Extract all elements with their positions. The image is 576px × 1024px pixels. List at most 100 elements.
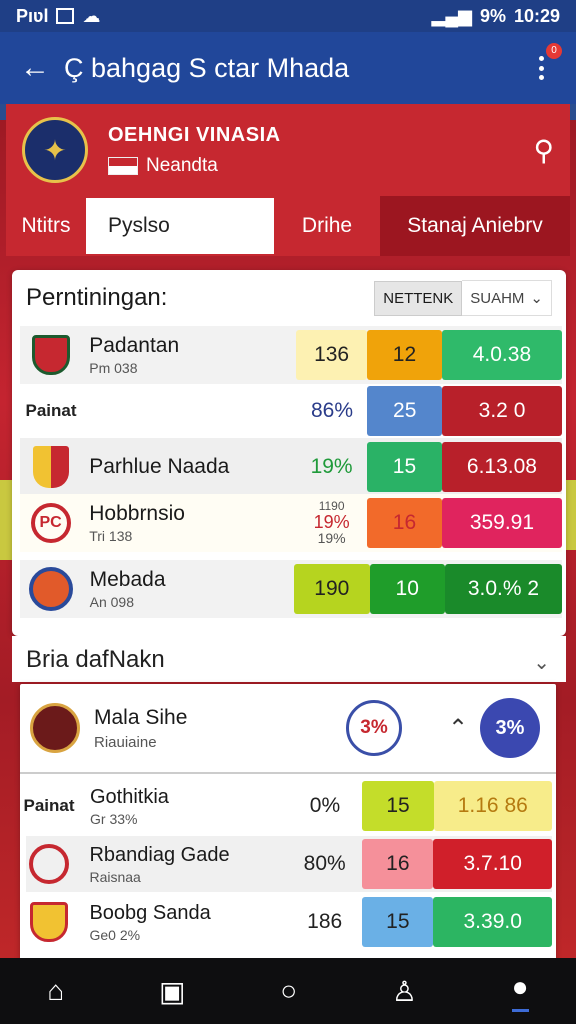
chevron-down-icon: ⌄ [530,290,543,307]
club-shield-icon [31,335,70,375]
page-title: Ç bahgag S ctar Mhada [64,52,350,83]
stat-small: 19% [317,530,346,547]
stat-cell: 0% [309,794,341,817]
percentage-ring: 3% [346,700,402,756]
stat-cell: 16 [362,839,434,889]
stat-cell: 19% [310,455,353,478]
team-subtitle: Neandta [146,154,218,176]
app-bar: ← Ç bahgag S ctar Mhada 0 [0,32,576,104]
club-text-logo: Painat [25,401,77,420]
bottom-navigation: ⌂ ▣ ○ ♙ ● [0,958,576,1024]
circle-icon[interactable]: ○ [280,975,297,1007]
stat-cell: 15 [367,442,442,492]
row-name: Padantan [89,334,180,357]
back-arrow-icon[interactable]: ← [20,51,64,85]
stat-cell: 15 [362,781,434,831]
table-row[interactable]: Rbandiag Gade Raisnaa 80% 16 3.7.10 [26,836,552,892]
stat-cell: 4.0.38 [441,330,562,380]
table-row[interactable]: Parhlue Naada 19% 15 6.13.08 [20,438,562,496]
stat-cell: 6.13.08 [441,442,562,492]
row-name: Gothitkia [90,785,169,808]
stat-cell: 3.7.10 [433,839,552,889]
swap-icon[interactable]: ⌃ [448,714,468,743]
profile-outline-icon[interactable]: ♙ [392,975,417,1008]
clipboard-icon[interactable]: ▣ [159,975,185,1008]
stat-cell: 10 [369,564,445,614]
stat-cell: 12 [367,330,442,380]
signal-icon: ▂▄▆ [431,5,472,26]
filter-dropdown-label: SUAHM [470,289,525,307]
row-name: Rbandiag Gade [89,843,230,866]
battery-level: 9% [479,5,506,26]
gallery-icon [56,8,75,24]
featured-sub: Riauiaine [94,733,157,751]
stat-cell: 3.39.0 [433,897,552,947]
standings-card: Perntiningan: NETTENK SUAHM ⌄ Padantan P… [12,270,566,636]
stat-cell: 80% [303,852,346,875]
tab-3[interactable]: Stanaj Aniebrv [380,196,570,256]
status-bar: Pıʋl ☁ ▂▄▆ 9% 10:29 [0,0,576,32]
stat-cell: 86% [310,399,353,422]
row-sub: Raisnaa [89,868,141,885]
stat-cell: 190 [294,564,370,614]
tab-1-active[interactable]: Pyslso [86,198,274,254]
flag-icon [108,156,138,175]
search-icon[interactable]: ⚲ [533,134,554,167]
status-carrier: Pıʋl [16,5,49,26]
section-title: Perntiningan: [26,284,168,311]
club-ring-icon [28,844,69,884]
row-sub: Pm 038 [89,360,138,376]
tab-0[interactable]: Ntitrs [6,196,86,256]
club-crest-icon [30,703,80,753]
table-row[interactable]: Padantan Pm 038 136 12 4.0.38 [20,326,562,384]
row-sub: Gr 33% [90,810,138,827]
club-text-logo: Painat [23,796,75,815]
stat-cell: 25 [367,386,443,436]
stat-cell: 1.16 86 [433,781,553,831]
featured-name: Mala Sihe [94,705,188,729]
stat-cell: 15 [362,897,434,947]
tab-2[interactable]: Drihe [274,196,380,256]
team-crest-icon: ✦ [22,117,88,183]
row-name: Parhlue Naada [89,455,230,478]
club-shield-icon [32,446,69,488]
tab-bar: Ntitrs Pyslso Drihe Stanaj Aniebrv [6,196,570,256]
section-2-title: Bria dafNakn [26,646,165,673]
club-badge-icon [28,567,73,611]
chat-icon: ☁ [82,5,101,26]
stat-cell: 16 [367,498,442,548]
row-sub: Ge0 2% [89,926,141,943]
team-header: ✦ OEHNGI VINASIA Neandta ⚲ [6,104,570,196]
club-shield-icon [29,902,68,942]
profile-filled-icon[interactable]: ● [511,971,529,1012]
row-name: Boobg Sanda [89,901,211,924]
notification-badge: 0 [546,43,562,59]
stat-small: 1190 [318,498,345,513]
table-row[interactable]: PC Hobbrnsio Tri 138 1190 19% 19% 16 359… [20,494,562,552]
more-vert-icon[interactable]: 0 [526,43,562,83]
table-row[interactable]: Mebada An 098 190 10 3.0.% 2 [20,560,563,618]
stat-cell: 3.0.% 2 [444,564,563,614]
table-row[interactable]: Boobg Sanda Ge0 2% 186 15 3.39.0 [26,894,552,950]
matches-card: Mala Sihe Riauiaine 3% ⌃ 3% Painat Gothi… [20,684,556,964]
chevron-down-icon[interactable]: ⌄ [533,650,550,675]
home-icon[interactable]: ⌂ [47,975,64,1007]
row-sub: Tri 138 [89,528,133,544]
stat-cell: 186 [307,910,343,933]
stat-cell: 3.2 0 [442,386,562,436]
row-name: Hobbrnsio [89,502,185,525]
table-row[interactable]: Painat Gothitkia Gr 33% 0% 15 1.16 86 [23,778,553,834]
status-time: 10:29 [513,5,560,26]
row-sub: An 098 [89,594,134,610]
stat-cell: 136 [296,330,368,380]
row-name: Mebada [89,568,166,591]
table-row[interactable]: Painat 86% 25 3.2 0 [20,382,562,440]
percentage-badge: 3% [480,698,540,758]
featured-match[interactable]: Mala Sihe Riauiaine 3% ⌃ 3% [20,684,556,774]
filter-dropdown[interactable]: SUAHM ⌄ [462,280,552,316]
stat-cell: 359.91 [441,498,562,548]
filter-button-1[interactable]: NETTENK [374,280,463,316]
club-ring-icon: PC [30,503,71,543]
stat-cell: 19% [313,511,350,532]
team-name: OEHNGI VINASIA [108,123,281,146]
